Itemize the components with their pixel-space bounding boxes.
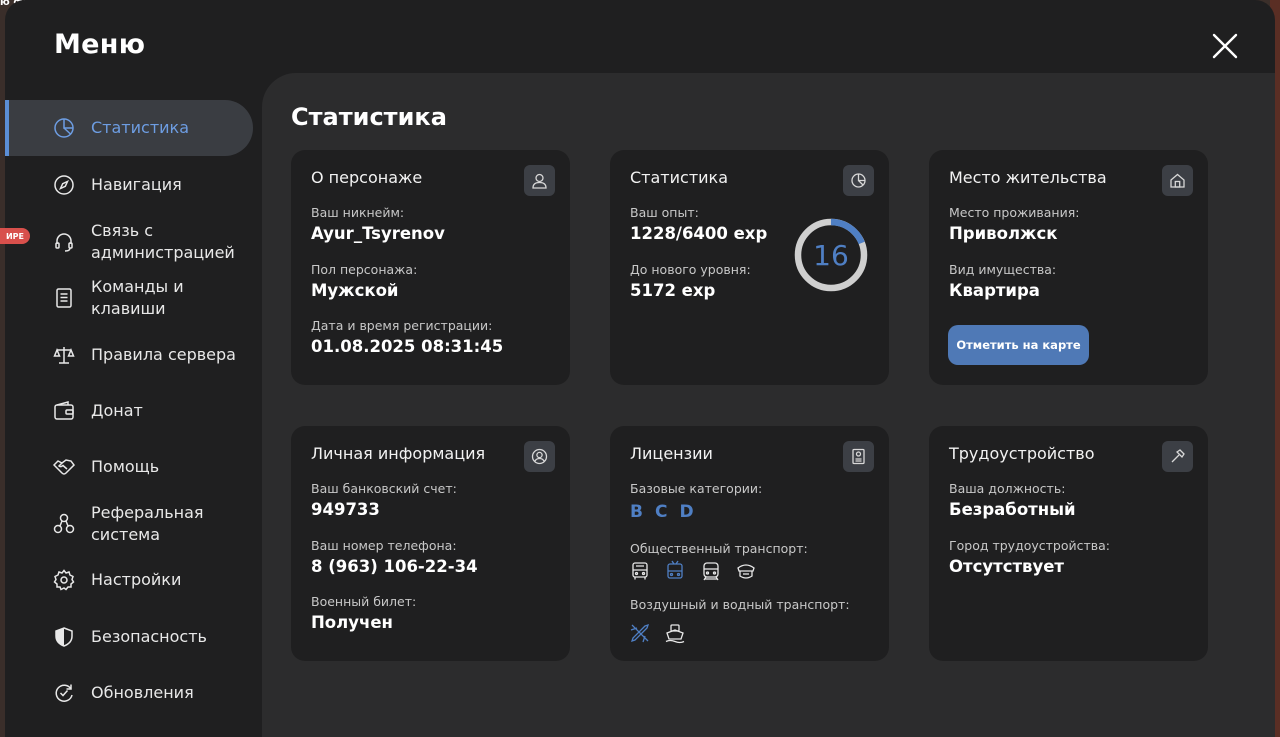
nickname-value: Ayur_Tsyrenov — [311, 224, 445, 243]
trolleybus-icon — [664, 560, 686, 582]
wallet-icon — [53, 400, 75, 422]
phone-label: Ваш номер телефона: — [311, 538, 457, 553]
hammer-icon — [1162, 441, 1193, 472]
network-icon — [53, 513, 75, 535]
residence-card: Место жительства Место проживания: Приво… — [929, 150, 1208, 385]
gear-icon — [53, 569, 75, 591]
background-badge: ИРЕ — [0, 228, 30, 244]
plane-icon — [629, 622, 651, 644]
sidebar-item-help[interactable]: Помощь — [5, 456, 253, 478]
nickname-label: Ваш никнейм: — [311, 205, 405, 220]
pie-chart-icon — [53, 117, 75, 139]
sidebar-item-label: Обновления — [91, 683, 194, 702]
mark-on-map-button[interactable]: Отметить на карте — [948, 325, 1089, 365]
air-water-transport-label: Воздушный и водный транспорт: — [630, 597, 850, 612]
military-id-value: Получен — [311, 613, 393, 632]
refresh-icon — [53, 682, 75, 704]
sidebar-item-label: Связь с администрацией — [91, 221, 235, 262]
next-level-value: 5172 exp — [630, 281, 716, 300]
level-progress-ring: 16 — [794, 218, 868, 292]
taxi-icon — [735, 560, 757, 582]
card-title: О персонаже — [311, 168, 423, 187]
tram-icon — [700, 560, 722, 582]
bank-account-label: Ваш банковский счет: — [311, 481, 457, 496]
statistics-card: Статистика Ваш опыт: 1228/6400 exp До но… — [610, 150, 889, 385]
job-position-value: Безработный — [949, 500, 1076, 519]
sidebar-item-admin-contact[interactable]: Связь с администрацией — [5, 220, 253, 264]
sidebar-item-updates[interactable]: Обновления — [5, 682, 253, 704]
sidebar-item-label: Навигация — [91, 175, 182, 194]
sidebar-item-donate[interactable]: Донат — [5, 400, 253, 422]
job-city-label: Город трудоустройства: — [949, 538, 1111, 553]
residence-place-value: Приволжск — [949, 224, 1058, 243]
sidebar-item-label: Помощь — [91, 457, 160, 476]
exp-label: Ваш опыт: — [630, 205, 699, 220]
close-button[interactable] — [1210, 31, 1240, 61]
next-level-label: До нового уровня: — [630, 262, 751, 277]
sidebar-item-label: Правила сервера — [91, 345, 236, 364]
public-transport-label: Общественный транспорт: — [630, 541, 808, 556]
sidebar-item-label: Донат — [91, 401, 143, 420]
sidebar-item-commands[interactable]: Команды и клавиши — [5, 276, 253, 320]
property-value: Квартира — [949, 281, 1040, 300]
job-position-label: Ваша должность: — [949, 481, 1066, 496]
sidebar-item-label: Безопасность — [91, 627, 207, 646]
gender-value: Мужской — [311, 281, 399, 300]
headset-icon — [53, 231, 75, 253]
content-panel: Статистика О персонаже Ваш никнейм: Ayur… — [262, 73, 1275, 737]
phone-value: 8 (963) 106-22-34 — [311, 557, 478, 576]
registration-label: Дата и время регистрации: — [311, 318, 493, 333]
job-city-value: Отсутствует — [949, 557, 1064, 576]
bank-account-value: 949733 — [311, 500, 380, 519]
card-title: Статистика — [630, 168, 728, 187]
document-icon — [53, 287, 75, 309]
pie-chart-icon — [843, 165, 874, 196]
residence-place-label: Место проживания: — [949, 205, 1080, 220]
sidebar-item-security[interactable]: Безопасность — [5, 626, 253, 648]
employment-card: Трудоустройство Ваша должность: Безработ… — [929, 426, 1208, 661]
user-circle-icon — [524, 441, 555, 472]
exp-value: 1228/6400 exp — [630, 224, 768, 243]
menu-title: Меню — [54, 29, 146, 60]
sidebar-item-label: Статистика — [91, 118, 189, 137]
id-card-icon — [843, 441, 874, 472]
card-title: Лицензии — [630, 444, 713, 463]
sidebar-item-navigation[interactable]: Навигация — [5, 174, 253, 196]
level-number: 16 — [813, 239, 849, 272]
scales-icon — [53, 344, 75, 366]
shield-icon — [53, 626, 75, 648]
user-icon — [524, 165, 555, 196]
personal-info-card: Личная информация Ваш банковский счет: 9… — [291, 426, 570, 661]
page-title: Статистика — [291, 103, 447, 131]
property-label: Вид имущества: — [949, 262, 1057, 277]
license-category-c: C — [654, 502, 668, 522]
sidebar-item-rules[interactable]: Правила сервера — [5, 344, 253, 366]
sidebar-item-label: Команды и клавиши — [91, 277, 184, 318]
license-category-b: B — [630, 502, 643, 522]
card-title: Личная информация — [311, 444, 486, 463]
bus-icon — [629, 560, 651, 582]
handshake-icon — [52, 456, 75, 478]
compass-icon — [53, 174, 75, 196]
military-id-label: Военный билет: — [311, 594, 417, 609]
character-card: О персонаже Ваш никнейм: Ayur_Tsyrenov П… — [291, 150, 570, 385]
ship-icon — [664, 622, 686, 644]
basic-categories-label: Базовые категории: — [630, 481, 763, 496]
sidebar-item-label: Настройки — [91, 570, 182, 589]
close-icon — [1212, 33, 1238, 59]
house-icon — [1162, 165, 1193, 196]
sidebar-item-statistics[interactable]: Статистика — [5, 100, 253, 156]
sidebar-item-settings[interactable]: Настройки — [5, 569, 253, 591]
license-category-d: D — [679, 502, 694, 522]
sidebar-item-referral[interactable]: Реферальная система — [5, 502, 253, 546]
card-title: Место жительства — [949, 168, 1107, 187]
menu-window: Меню Статистика Навигация Связь с админи… — [5, 0, 1275, 737]
card-title: Трудоустройство — [949, 444, 1095, 463]
licenses-card: Лицензии Базовые категории: BCD Обществе… — [610, 426, 889, 661]
sidebar-item-label: Реферальная система — [91, 503, 204, 544]
registration-value: 01.08.2025 08:31:45 — [311, 337, 504, 356]
license-categories: BCD — [630, 502, 706, 522]
gender-label: Пол персонажа: — [311, 262, 418, 277]
